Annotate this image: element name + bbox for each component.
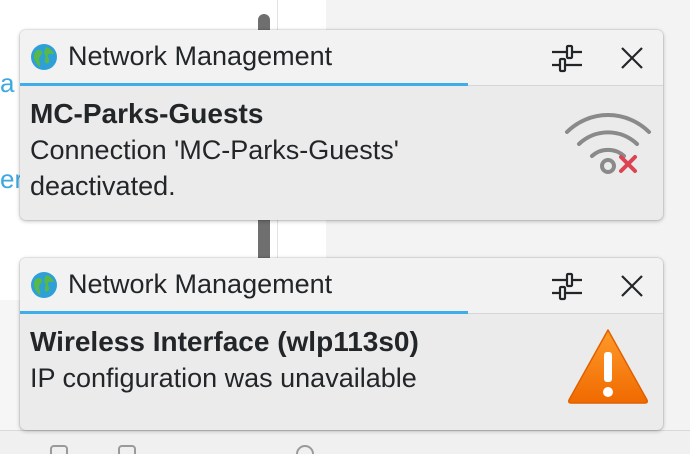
notification-settings-button[interactable] <box>547 38 587 78</box>
notification-header: Network Management <box>20 30 663 86</box>
globe-icon <box>31 44 57 70</box>
desktop: a er Network Management MC-Parks-Guests … <box>0 0 690 454</box>
taskbar-app-icon[interactable] <box>50 445 68 454</box>
taskbar <box>0 430 690 454</box>
background-link-fragment[interactable]: a <box>0 68 14 99</box>
taskbar-app-icon[interactable] <box>118 445 136 454</box>
notification-message-line: deactivated. <box>30 171 176 201</box>
close-icon <box>621 275 643 297</box>
notification-popup[interactable]: Network Management Wireless Interface (w <box>20 258 663 430</box>
close-icon <box>621 47 643 69</box>
notification-popup[interactable]: Network Management MC-Parks-Guests Conne… <box>20 30 663 220</box>
taskbar-app-icon[interactable] <box>296 445 314 454</box>
notification-message-line: IP configuration was unavailable <box>30 363 417 393</box>
notification-message: IP configuration was unavailable <box>30 360 550 396</box>
notification-header: Network Management <box>20 258 663 314</box>
notification-body: MC-Parks-Guests Connection 'MC-Parks-Gue… <box>20 86 663 204</box>
notification-app-name: Network Management <box>68 269 333 299</box>
settings-sliders-icon <box>552 272 582 301</box>
notification-close-button[interactable] <box>612 266 652 306</box>
warning-icon <box>568 329 648 404</box>
notification-body: Wireless Interface (wlp113s0) IP configu… <box>20 314 663 404</box>
globe-icon <box>31 272 57 298</box>
notification-message: Connection 'MC-Parks-Guests' deactivated… <box>30 132 550 204</box>
settings-sliders-icon <box>552 44 582 73</box>
notification-close-button[interactable] <box>612 38 652 78</box>
notification-settings-button[interactable] <box>547 266 587 306</box>
wifi-disconnected-icon <box>565 113 651 174</box>
notification-message-line: Connection 'MC-Parks-Guests' <box>30 135 399 165</box>
notification-app-name: Network Management <box>68 41 333 71</box>
